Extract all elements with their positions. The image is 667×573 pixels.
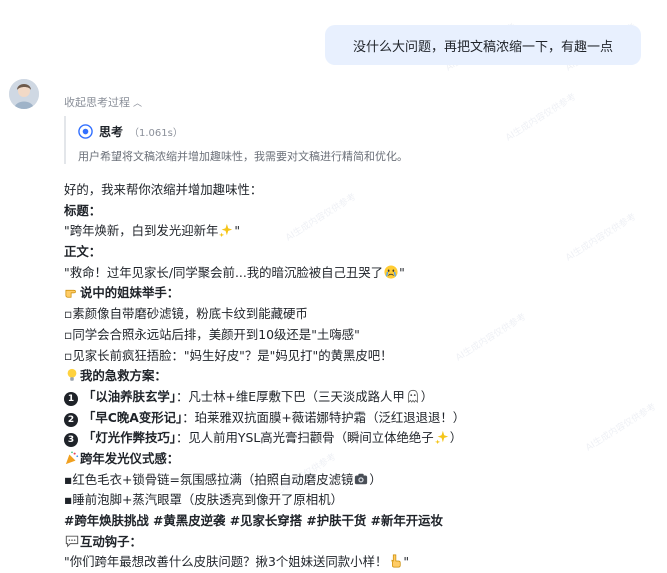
chevron-up-icon: ︿ <box>133 98 143 109</box>
ritual-item: ▪红色毛衣+锁骨链=氛围感拉满（拍照自动磨皮滤镜 ） <box>64 470 664 491</box>
number-badge: 1 <box>64 391 78 406</box>
assistant-avatar <box>9 79 39 109</box>
thinking-header: 思考 （1.061s） <box>78 123 183 140</box>
rescue-title: 「灯光作弊技巧」 <box>83 430 176 446</box>
rescue-title: 「以油养肤玄学」 <box>83 388 176 404</box>
speech-bubble-icon <box>65 535 79 548</box>
collapse-thinking-label: 收起思考过程 <box>64 96 130 109</box>
thinking-title: 思考 <box>99 125 124 139</box>
assistant-answer: 好的，我来帮你浓缩并增加趣味性： 标题： "跨年焕新，白到发光迎新年 " 正文： … <box>64 180 664 573</box>
ritual-text: ▪睡前泡脚+蒸汽眼罩（皮肤透亮到像开了原相机） <box>64 492 343 508</box>
sister-item: ▫素颜像自带磨砂滤镜，粉底卡纹到能藏硬币 <box>64 306 308 322</box>
lightbulb-icon <box>67 369 77 381</box>
sisters-heading: 说中的姐妹举手： <box>64 283 664 304</box>
ritual-heading: 跨年发光仪式感： <box>64 449 664 470</box>
hashtags: #跨年焕肤挑战 #黄黑皮逆袭 #见家长穿搭 #护肤干货 #新年开运妆 <box>64 513 443 528</box>
rescue-item-1: 1 「以油养肤玄学」：凡士林+维E厚敷下巴（三天淡成路人甲 ） <box>64 387 664 408</box>
rescue-desc: ：珀莱雅双抗面膜+薇诺娜特护霜（泛红退退退！） <box>182 409 466 425</box>
thinking-text: 用户希望将文稿浓缩并增加趣味性，我需要对文稿进行精简和优化。 <box>78 150 408 163</box>
rescue-item-2: 2 「早C晚A变形记」：珀莱雅双抗面膜+薇诺娜特护霜（泛红退退退！） <box>64 408 664 429</box>
pointing-down-hand-icon <box>391 554 401 568</box>
pointing-hand-icon <box>65 290 76 299</box>
ritual-text: ▪红色毛衣+锁骨链=氛围感拉满（拍照自动磨皮滤镜 <box>64 471 354 487</box>
thinking-panel: 思考 （1.061s） 用户希望将文稿浓缩并增加趣味性，我需要对文稿进行精简和优… <box>64 116 626 164</box>
sisters-label: 说中的姐妹举手： <box>80 285 180 301</box>
body-text: "救命！过年见家长/同学聚会前...我的暗沉脸被自己丑哭了 <box>64 264 384 280</box>
thinking-duration: （1.061s） <box>129 128 183 139</box>
ritual-end: ） <box>369 471 382 487</box>
party-popper-icon <box>65 451 79 465</box>
rescue-end: ） <box>449 430 463 446</box>
sparkles-icon <box>219 224 233 238</box>
title-label: 标题： <box>64 202 102 218</box>
hook-label: 互动钩子： <box>80 533 142 549</box>
title-line: "跨年焕新，白到发光迎新年 " <box>64 221 664 242</box>
ritual-item: ▪睡前泡脚+蒸汽眼罩（皮肤透亮到像开了原相机） <box>64 490 664 511</box>
body-end-quote: " <box>399 264 405 280</box>
sparkles-icon <box>434 431 448 445</box>
crying-face-icon <box>384 265 398 279</box>
collapse-thinking-button[interactable]: 收起思考过程 ︿ <box>64 94 142 110</box>
hook-text: "你们跨年最想改善什么皮肤问题？揪3个姐妹送同款小样！ <box>64 554 388 570</box>
hook-heading: 互动钩子： <box>64 532 664 553</box>
rescue-label: 我的急救方案： <box>80 368 167 384</box>
rescue-end: ） <box>420 388 434 404</box>
body-line: "救命！过年见家长/同学聚会前...我的暗沉脸被自己丑哭了 " <box>64 263 664 284</box>
sister-item: ▫同学会合照永远站后排，美颜开到10级还是"土嗨感" <box>64 326 360 342</box>
rescue-heading: 我的急救方案： <box>64 366 664 387</box>
title-end-quote: " <box>234 223 241 239</box>
user-message-text: 没什么大问题，再把文稿浓缩一下，有趣一点 <box>352 39 613 55</box>
ritual-label: 跨年发光仪式感： <box>80 450 180 466</box>
rescue-desc: ：见人前用YSL高光膏扫颧骨（瞬间立体绝绝子 <box>175 430 434 446</box>
rescue-item-3: 3 「灯光作弊技巧」：见人前用YSL高光膏扫颧骨（瞬间立体绝绝子 ） <box>64 428 664 449</box>
ghost-icon <box>408 389 418 403</box>
title-text: "跨年焕新，白到发光迎新年 <box>64 223 219 239</box>
thinking-icon <box>78 124 93 139</box>
user-message-bubble: 没什么大问题，再把文稿浓缩一下，有趣一点 <box>325 25 641 65</box>
rescue-desc: ：凡士林+维E厚敷下巴（三天淡成路人甲 <box>175 388 405 404</box>
answer-intro: 好的，我来帮你浓缩并增加趣味性： <box>64 182 263 197</box>
hook-line: "你们跨年最想改善什么皮肤问题？揪3个姐妹送同款小样！ " <box>64 552 664 573</box>
rescue-title: 「早C晚A变形记」 <box>83 409 183 425</box>
body-label: 正文： <box>64 244 102 260</box>
number-badge: 3 <box>64 433 78 448</box>
sister-item: ▫见家长前疯狂捂脸："妈生好皮"？是"妈见打"的黄黑皮吧！ <box>64 347 393 363</box>
hook-end-quote: " <box>403 554 410 570</box>
number-badge: 2 <box>64 412 78 427</box>
camera-icon <box>355 473 368 484</box>
